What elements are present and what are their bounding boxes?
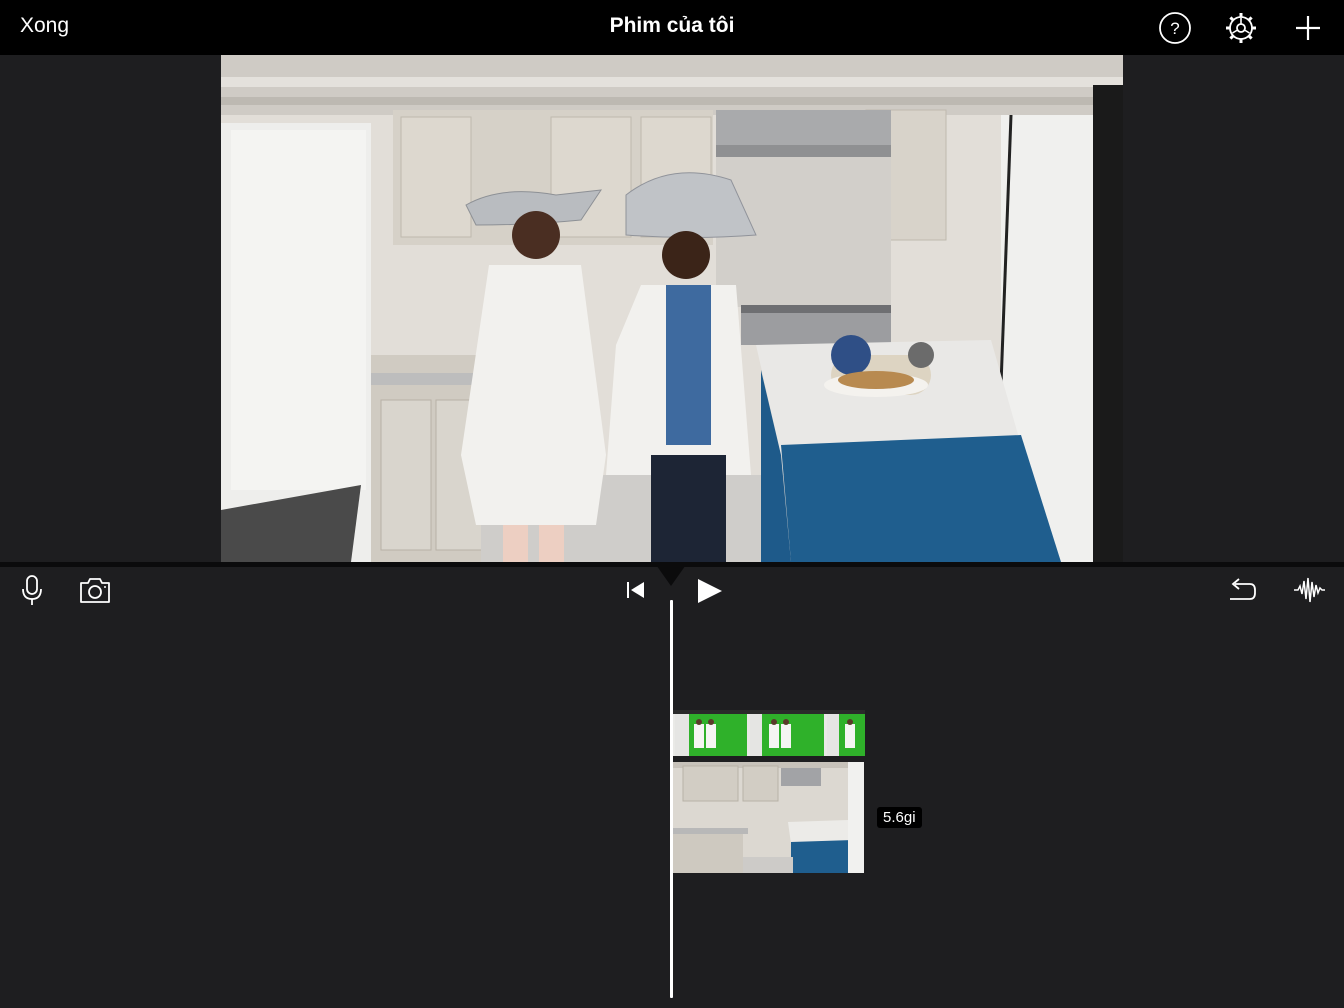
svg-text:?: ? (1170, 19, 1179, 38)
undo-icon[interactable] (1224, 573, 1258, 607)
top-navigation-bar: Xong Phim của tôi ? (0, 0, 1344, 55)
video-preview[interactable] (221, 55, 1123, 562)
done-button[interactable]: Xong (20, 14, 69, 38)
help-icon[interactable]: ? (1158, 11, 1192, 45)
clip-duration-badge: 5.6gi (877, 807, 922, 828)
play-icon[interactable] (692, 573, 726, 607)
green-screen-clip[interactable] (673, 710, 865, 756)
microphone-icon[interactable] (15, 573, 49, 607)
playhead-marker (654, 562, 688, 586)
project-title: Phim của tôi (609, 14, 735, 37)
skip-to-start-icon[interactable] (619, 573, 653, 607)
video-viewer (0, 55, 1344, 562)
plus-icon[interactable] (1291, 11, 1325, 45)
gear-icon[interactable] (1224, 11, 1258, 45)
kitchen-clip[interactable] (673, 762, 864, 873)
kitchen-scene-image (221, 55, 1123, 562)
camera-icon[interactable] (78, 573, 112, 607)
audio-waveform-icon[interactable] (1292, 573, 1326, 607)
playhead[interactable] (670, 600, 673, 998)
